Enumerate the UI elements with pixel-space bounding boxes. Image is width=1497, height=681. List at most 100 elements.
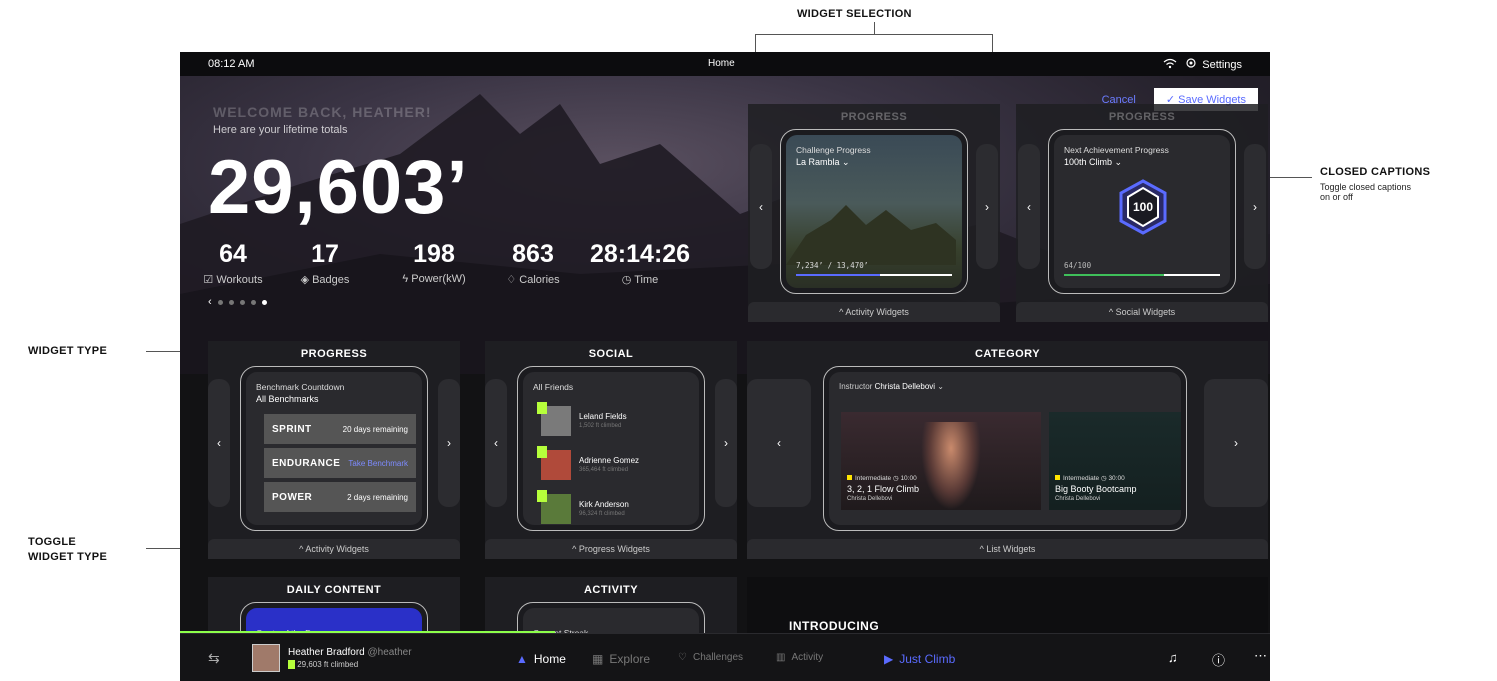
prev-widget-button[interactable]: ‹ (485, 379, 507, 507)
toggle-widget-type[interactable]: ^ Activity Widgets (208, 539, 460, 559)
chevron-left-icon[interactable]: ‹ (208, 296, 212, 308)
stat-value: 198 (413, 240, 455, 268)
stat-workouts: 64 ☑ Workouts (198, 240, 268, 286)
class-card[interactable]: Intermediate ◷ 10:00 3, 2, 1 Flow Climb … (841, 412, 1041, 510)
annotation-bracket (755, 34, 992, 35)
just-climb-button[interactable]: ▶ Just Climb (884, 652, 955, 666)
info-icon[interactable]: ⓘ (1212, 650, 1225, 669)
avatar (537, 490, 571, 524)
intro-heading: INTRODUCING (789, 619, 880, 633)
bolt-icon: ϟ (402, 273, 412, 285)
friend-name: Leland Fields (579, 412, 627, 421)
benchmark-row[interactable]: SPRINT 20 days remaining (264, 414, 416, 444)
nav-activity[interactable]: ▥ Activity (776, 652, 823, 663)
notification-bell-icon[interactable]: ♫ (1168, 650, 1178, 665)
next-widget-button[interactable]: › (715, 379, 737, 507)
page-title: Home (708, 58, 735, 69)
swap-icon[interactable]: ⇆ (208, 650, 220, 667)
nav-label: Activity (791, 652, 824, 663)
page-dot-active[interactable] (261, 299, 267, 305)
stat-power: 198 ϟ Power(kW) (392, 240, 476, 285)
friend-item[interactable]: Adrienne Gomez 365,464 ft climbed (537, 446, 640, 480)
page-dot[interactable] (250, 299, 256, 305)
annotation-widget-selection: WIDGET SELECTION (797, 8, 912, 20)
chevron-left-icon: ‹ (217, 436, 221, 450)
challenge-progress-widget[interactable]: Challenge Progress La Rambla ⌄ 7,234’ / … (780, 129, 968, 294)
filter-value: Christa Dellebovi (874, 382, 936, 391)
nav-home[interactable]: ▲ Home (516, 652, 566, 666)
lifetime-total: 29,603’ (208, 145, 469, 230)
toggle-widget-type[interactable]: ^ List Widgets (747, 539, 1268, 559)
page-dot[interactable] (228, 299, 234, 305)
intro-panel[interactable]: INTRODUCING (747, 577, 1268, 637)
prev-widget-button[interactable]: ‹ (750, 144, 772, 269)
friend-item[interactable]: Leland Fields 1,502 ft climbed (537, 402, 627, 436)
friend-item[interactable]: Kirk Anderson 96,324 ft climbed (537, 490, 629, 524)
class-card[interactable]: Intermediate ◷ 30:00 Big Booty Bootcamp … (1049, 412, 1181, 510)
benchmark-row[interactable]: ENDURANCE Take Benchmark (264, 448, 416, 478)
instructor-filter[interactable]: Instructor Christa Dellebovi ⌄ (839, 382, 1171, 391)
hero-pagination: ‹ (208, 296, 267, 308)
clock: 08:12 AM (208, 58, 255, 70)
widget-label: Benchmark Countdown (256, 382, 345, 392)
level-badge (537, 402, 547, 414)
benchmark-countdown-widget[interactable]: Benchmark Countdown All Benchmarks SPRIN… (240, 366, 428, 531)
page-dot[interactable] (217, 299, 223, 305)
prev-widget-button[interactable]: ‹ (1018, 144, 1040, 269)
level-badge (537, 490, 547, 502)
nav-explore[interactable]: ▦ Explore (592, 652, 650, 666)
next-widget-button[interactable]: › (1204, 379, 1268, 507)
achievement-progress-widget[interactable]: Next Achievement Progress 100th Climb ⌄ … (1048, 129, 1236, 294)
chevron-down-icon: ⌄ (1114, 157, 1123, 167)
lifetime-subtitle: Here are your lifetime totals (213, 124, 348, 136)
friends-widget[interactable]: All Friends Leland Fields 1,502 ft climbe… (517, 366, 705, 531)
achievement-select[interactable]: 100th Climb ⌄ (1064, 157, 1220, 168)
badge-number: 100 (1133, 200, 1153, 214)
avatar (252, 644, 280, 672)
next-widget-button[interactable]: › (438, 379, 460, 507)
page-dot[interactable] (239, 299, 245, 305)
annotation-closed-captions-desc: Toggle closed captions (1320, 182, 1412, 192)
widget-label: Challenge Progress (796, 145, 871, 155)
stat-label: Badges (312, 274, 350, 286)
panel-title: PROGRESS (840, 111, 908, 123)
settings-button[interactable]: Settings (1185, 57, 1242, 72)
prev-widget-button[interactable]: ‹ (747, 379, 811, 507)
toggle-widget-type[interactable]: ^ Progress Widgets (485, 539, 737, 559)
class-list-widget[interactable]: Instructor Christa Dellebovi ⌄ Intermedi… (823, 366, 1187, 531)
play-icon: ▶ (884, 652, 894, 666)
friend-name: Adrienne Gomez (579, 456, 640, 465)
bar-chart-icon: ▥ (776, 652, 786, 663)
widget-label: Next Achievement Progress (1064, 145, 1169, 155)
trophy-icon: ♡ (678, 652, 687, 663)
toggle-widget-type[interactable]: ^ Activity Widgets (748, 302, 1000, 322)
panel-title: PROGRESS (300, 348, 368, 360)
footer-label: Activity Widgets (305, 544, 369, 554)
nav-challenges[interactable]: ♡ Challenges (678, 652, 743, 663)
social-panel: SOCIAL ‹ › All Friends Leland Fields 1,50… (485, 341, 737, 559)
user-profile[interactable]: Heather Bradford @heather 29,603 ft clim… (252, 644, 412, 672)
stopwatch-icon: ◷ (621, 274, 635, 286)
class-duration: 10:00 (900, 475, 917, 482)
benchmark-row[interactable]: POWER 2 days remaining (264, 482, 416, 512)
chevron-up-icon: ^ (1108, 307, 1116, 317)
annotation-toggle-widget-type: TOGGLE (28, 536, 77, 548)
level-indicator (847, 475, 852, 480)
next-widget-button[interactable]: › (976, 144, 998, 269)
more-icon[interactable]: ⋯ (1254, 648, 1267, 664)
take-benchmark-link[interactable]: Take Benchmark (348, 459, 408, 468)
stat-time: 28:14:26 ◷ Time (590, 240, 690, 286)
gear-icon (1185, 57, 1197, 72)
prev-widget-button[interactable]: ‹ (208, 379, 230, 507)
benchmark-name: POWER (272, 491, 313, 503)
toggle-widget-type[interactable]: ^ Social Widgets (1016, 302, 1268, 322)
challenge-select[interactable]: La Rambla ⌄ (796, 157, 952, 168)
user-name: Heather Bradford (288, 646, 365, 658)
annotation-bracket (874, 22, 875, 34)
flame-icon: ♢ (506, 274, 520, 286)
next-widget-button[interactable]: › (1244, 144, 1266, 269)
activity-panel: ACTIVITY Current Streak (485, 577, 737, 662)
footer-label: Activity Widgets (845, 307, 909, 317)
annotation-closed-captions-desc: on or off (1320, 192, 1353, 202)
check-square-icon: ☑ (203, 274, 217, 286)
